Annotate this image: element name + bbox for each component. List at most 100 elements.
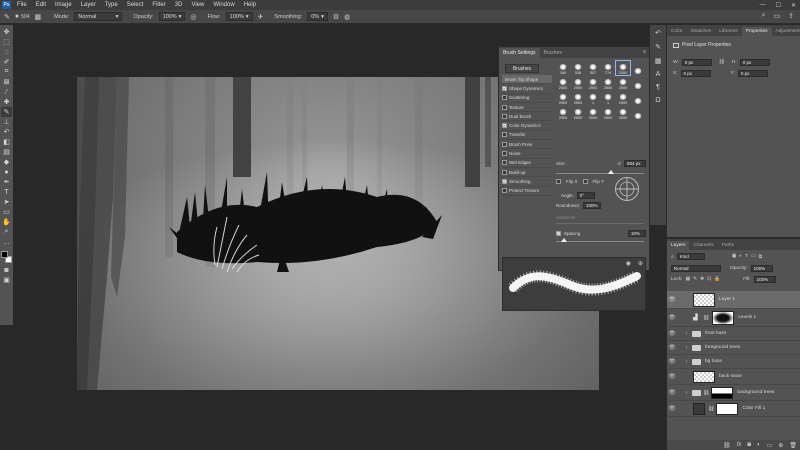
brush-preset[interactable]: [631, 91, 645, 105]
size-slider[interactable]: [556, 173, 644, 174]
chevron-right-icon[interactable]: ›: [683, 359, 690, 365]
quick-select-tool-icon[interactable]: ✐: [1, 57, 12, 67]
brush-preset[interactable]: [631, 76, 645, 90]
checkbox[interactable]: [502, 132, 507, 138]
checkbox[interactable]: [502, 141, 507, 147]
frame-tool-icon[interactable]: ⊠: [1, 77, 12, 87]
zoom-tool-icon[interactable]: ⌕: [1, 227, 12, 237]
brush-tool-icon[interactable]: ✎: [1, 107, 12, 117]
pen-tool-icon[interactable]: ✒: [1, 177, 12, 187]
menu-help[interactable]: Help: [244, 2, 256, 8]
brush-preset[interactable]: 2500: [571, 106, 585, 120]
chevron-right-icon[interactable]: ›: [683, 390, 690, 396]
setting-color-dynamics[interactable]: ✓ Color Dynamics: [502, 121, 552, 131]
setting-smoothing[interactable]: ✓ Smoothing: [502, 177, 552, 187]
brushes-button[interactable]: Brushes: [505, 64, 539, 73]
history-icon[interactable]: ↶: [655, 29, 661, 37]
size-slider-thumb[interactable]: [608, 170, 614, 174]
layer-opacity-input[interactable]: 100%: [750, 265, 773, 272]
brush-preset[interactable]: 2500: [556, 91, 570, 105]
brush-preset[interactable]: 2500: [616, 76, 630, 90]
setting-transfer[interactable]: Transfer: [502, 131, 552, 141]
toggle-preview-icon[interactable]: ◉: [626, 260, 631, 267]
setting-dual-brush[interactable]: Dual Brush: [502, 112, 552, 122]
history-brush-tool-icon[interactable]: ↶: [1, 127, 12, 137]
blend-mode-dropdown[interactable]: Normal: [671, 265, 721, 272]
setting-brush-pose[interactable]: Brush Pose: [502, 140, 552, 150]
menu-image[interactable]: Image: [55, 2, 72, 8]
tab-color[interactable]: Color: [667, 27, 686, 36]
hardness-slider[interactable]: [556, 223, 644, 224]
filter-smart-icon[interactable]: ⧉: [759, 254, 762, 260]
new-layer-icon[interactable]: ⊕: [778, 442, 783, 449]
filter-shape-icon[interactable]: ▭: [751, 254, 756, 259]
fx-icon[interactable]: fx: [737, 442, 742, 448]
brush-preset[interactable]: 2500: [616, 106, 630, 120]
lock-all-icon[interactable]: 🔒: [714, 277, 720, 282]
eye-icon[interactable]: 👁: [667, 389, 677, 396]
spacing-slider[interactable]: [556, 241, 644, 242]
crop-tool-icon[interactable]: ⌗: [1, 67, 12, 77]
setting-protect-texture[interactable]: Protect Texture: [502, 187, 552, 196]
menu-select[interactable]: Select: [127, 2, 144, 8]
adjustment-layer-icon[interactable]: ◐: [757, 442, 761, 448]
brush-preset[interactable]: 2500: [601, 106, 615, 120]
setting-brush-tip-shape[interactable]: Brush Tip Shape: [502, 75, 552, 85]
healing-brush-tool-icon[interactable]: ✚: [1, 97, 12, 107]
setting-scattering[interactable]: Scattering: [502, 94, 552, 103]
checkbox[interactable]: [502, 160, 507, 166]
panel-menu-icon[interactable]: ≡: [643, 49, 646, 55]
menu-layer[interactable]: Layer: [81, 2, 96, 8]
width-input[interactable]: 0 px: [681, 59, 712, 66]
hand-tool-icon[interactable]: ✋: [1, 217, 12, 227]
tab-paths[interactable]: Paths: [718, 241, 738, 250]
eye-icon[interactable]: 👁: [667, 344, 677, 351]
new-preset-icon[interactable]: ⊕: [638, 260, 643, 267]
brush-preset[interactable]: 1: [601, 91, 615, 105]
brush-preset[interactable]: 774: [601, 61, 615, 75]
spacing-checkbox[interactable]: ✓: [556, 231, 561, 236]
clone-stamp-tool-icon[interactable]: ⊥: [1, 117, 12, 127]
brush-preset[interactable]: 2500: [571, 91, 585, 105]
menu-filter[interactable]: Filter: [152, 2, 165, 8]
chevron-right-icon[interactable]: ›: [683, 345, 690, 351]
character-icon[interactable]: A: [656, 71, 661, 78]
pressure-size-icon[interactable]: ◍: [344, 13, 350, 21]
brush-tool-icon[interactable]: ✎: [4, 13, 10, 21]
layer-row-levels-1[interactable]: 👁 ▟ ⛓ Levels 1: [667, 309, 800, 327]
angle-roundness-widget[interactable]: [615, 177, 639, 201]
setting-noise[interactable]: Noise: [502, 149, 552, 159]
tab-adjustments[interactable]: Adjustments: [772, 27, 800, 36]
flip-x-checkbox[interactable]: [556, 179, 561, 184]
tab-layers[interactable]: Layers: [667, 241, 690, 250]
eye-icon[interactable]: 👁: [667, 373, 677, 380]
foreground-color-swatch[interactable]: [1, 251, 8, 258]
brush-preset[interactable]: 2500: [586, 106, 600, 120]
layer-group-front-haze[interactable]: 👁 › front haze: [667, 327, 800, 341]
checkbox[interactable]: [502, 104, 507, 110]
gradient-tool-icon[interactable]: ▤: [1, 147, 12, 157]
layer-row-layer-1[interactable]: 👁 Layer 1: [667, 291, 800, 309]
filter-type-icon[interactable]: T: [745, 254, 748, 259]
brush-preset-icon[interactable]: ●: [15, 13, 19, 20]
dodge-tool-icon[interactable]: ●: [1, 167, 12, 177]
pressure-opacity-icon[interactable]: ◎: [190, 13, 196, 21]
eyedropper-tool-icon[interactable]: ⁄: [1, 87, 12, 97]
link-layers-icon[interactable]: ⛓: [723, 442, 731, 449]
menu-3d[interactable]: 3D: [175, 2, 183, 8]
chevron-right-icon[interactable]: ›: [683, 331, 690, 337]
share-icon[interactable]: ⇪: [788, 12, 794, 20]
checkbox[interactable]: [502, 188, 507, 194]
quick-mask-icon[interactable]: ◙: [1, 265, 12, 275]
blur-tool-icon[interactable]: ◆: [1, 157, 12, 167]
lock-position-icon[interactable]: ✥: [700, 277, 704, 282]
lasso-tool-icon[interactable]: ◌: [1, 47, 12, 57]
smoothing-field[interactable]: 0% ▾: [307, 12, 328, 21]
eraser-tool-icon[interactable]: ◧: [1, 137, 12, 147]
smoothing-gear-icon[interactable]: ⚙: [333, 13, 339, 21]
spacing-slider-thumb[interactable]: [561, 238, 567, 242]
filter-pixel-icon[interactable]: ▣: [732, 254, 737, 259]
setting-build-up[interactable]: Build-up: [502, 168, 552, 178]
eye-icon[interactable]: 👁: [667, 296, 677, 303]
brush-preset[interactable]: [631, 106, 645, 120]
